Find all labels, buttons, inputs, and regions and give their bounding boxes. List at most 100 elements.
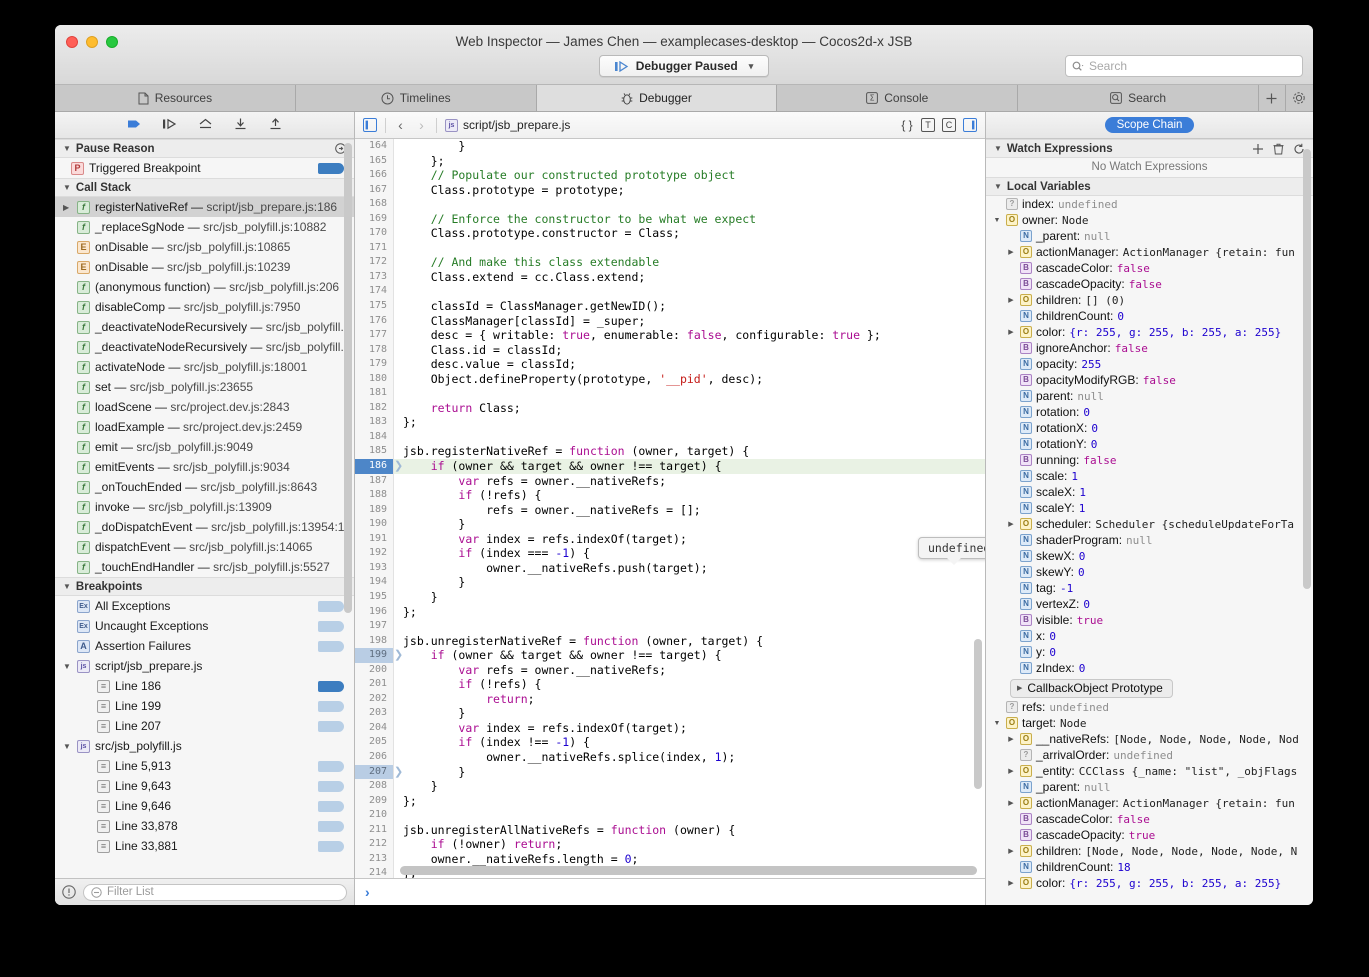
line-number[interactable]: 166 [355, 168, 394, 183]
variable-row[interactable]: NscaleX:1 [986, 484, 1313, 500]
line-number[interactable]: 169 [355, 212, 394, 227]
code-line[interactable]: 176 ClassManager[classId] = _super; [355, 314, 985, 329]
call-stack-frame[interactable]: finvoke — src/jsb_polyfill.js:13909 [55, 497, 354, 517]
variable-row[interactable]: ▶OactionManager:ActionManager {retain: f… [986, 795, 1313, 811]
variable-row[interactable]: ?_arrivalOrder:undefined [986, 747, 1313, 763]
sidebar-scrollbar[interactable] [344, 143, 352, 613]
line-number[interactable]: 189 [355, 503, 394, 518]
disclosure-triangle-icon[interactable]: ▶ [1006, 879, 1016, 887]
line-number[interactable]: 199 [355, 648, 394, 663]
code-line[interactable]: 169 // Enforce the constructor to be wha… [355, 212, 985, 227]
breakpoint-item[interactable]: AAssertion Failures [55, 636, 354, 656]
line-number[interactable]: 193 [355, 561, 394, 576]
disclosure-triangle-icon[interactable]: ▶ [63, 203, 72, 212]
breakpoint-toggle[interactable] [318, 781, 344, 792]
variable-row[interactable]: BcascadeOpacity:false [986, 276, 1313, 292]
variable-row[interactable]: Bvisible:true [986, 612, 1313, 628]
line-number[interactable]: 173 [355, 270, 394, 285]
line-number[interactable]: 211 [355, 823, 394, 838]
variable-row[interactable]: ▶Ocolor:{r: 255, g: 255, b: 255, a: 255} [986, 324, 1313, 340]
disclosure-triangle-icon[interactable]: ▼ [992, 217, 1002, 224]
variable-row[interactable]: ▶O__nativeRefs:[Node, Node, Node, Node, … [986, 731, 1313, 747]
show-type-icon[interactable]: T [921, 118, 935, 132]
variable-row[interactable]: ▼Otarget:Node [986, 715, 1313, 731]
debugger-paused-button[interactable]: Debugger Paused ▾ [599, 55, 769, 77]
settings-button[interactable] [1286, 85, 1313, 111]
variable-row[interactable]: NshaderProgram:null [986, 532, 1313, 548]
section-breakpoints[interactable]: ▼ Breakpoints [55, 577, 354, 596]
line-number[interactable]: 174 [355, 284, 394, 299]
forward-button[interactable]: › [415, 117, 428, 133]
scope-chain-toolbar[interactable]: Scope Chain [986, 112, 1313, 139]
call-stack-frame[interactable]: factivateNode — src/jsb_polyfill.js:1800… [55, 357, 354, 377]
call-stack-frame[interactable]: femit — src/jsb_polyfill.js:9049 [55, 437, 354, 457]
call-stack-list[interactable]: ▶fregisterNativeRef — script/jsb_prepare… [55, 197, 354, 577]
line-number[interactable]: 167 [355, 183, 394, 198]
variable-row[interactable]: ▶Ochildren:[] (0) [986, 292, 1313, 308]
code-line[interactable]: 200 var refs = owner.__nativeRefs; [355, 663, 985, 678]
variable-row[interactable]: Nx:0 [986, 628, 1313, 644]
source-toolbar-right[interactable]: { } T C [900, 118, 977, 132]
callback-object-prototype-button[interactable]: ▶ CallbackObject Prototype [1010, 679, 1173, 698]
breakpoint-toggle[interactable] [318, 801, 344, 812]
breakpoint-item[interactable]: ≡Line 33,878 [55, 816, 354, 836]
line-number[interactable]: 207 [355, 765, 394, 780]
disclosure-triangle-icon[interactable]: ▼ [992, 720, 1002, 727]
line-number[interactable]: 210 [355, 808, 394, 823]
disclosure-triangle-icon[interactable]: ▶ [1006, 520, 1016, 528]
variable-row[interactable]: NskewY:0 [986, 564, 1313, 580]
code-line[interactable]: 178 Class.id = classId; [355, 343, 985, 358]
line-number[interactable]: 203 [355, 706, 394, 721]
step-out-icon[interactable] [197, 117, 213, 133]
line-number[interactable]: 183 [355, 415, 394, 430]
line-number[interactable]: 206 [355, 750, 394, 765]
line-number[interactable]: 171 [355, 241, 394, 256]
code-line[interactable]: 165 }; [355, 154, 985, 169]
back-button[interactable]: ‹ [394, 117, 407, 133]
call-stack-frame[interactable]: fdispatchEvent — src/jsb_polyfill.js:140… [55, 537, 354, 557]
code-line[interactable]: 191 var index = refs.indexOf(target); [355, 532, 985, 547]
section-pause-reason[interactable]: ▼ Pause Reason [55, 139, 354, 158]
line-number[interactable]: 205 [355, 735, 394, 750]
line-number[interactable]: 164 [355, 139, 394, 154]
step-into-icon[interactable] [232, 117, 248, 133]
line-number[interactable]: 181 [355, 386, 394, 401]
call-stack-frame[interactable]: f_deactivateNodeRecursively — src/jsb_po… [55, 337, 354, 357]
variable-row[interactable]: NchildrenCount:0 [986, 308, 1313, 324]
code-line[interactable]: 183}; [355, 415, 985, 430]
show-coverage-icon[interactable]: C [942, 118, 956, 132]
breakpoint-item[interactable]: ≡Line 9,646 [55, 796, 354, 816]
variable-row[interactable]: Brunning:false [986, 452, 1313, 468]
code-lines[interactable]: 164 }165 };166 // Populate our construct… [355, 139, 985, 878]
code-vertical-scrollbar[interactable] [974, 639, 982, 789]
call-stack-frame[interactable]: f_touchEndHandler — src/jsb_polyfill.js:… [55, 557, 354, 577]
code-line[interactable]: 192 if (index === -1) { [355, 546, 985, 561]
line-number[interactable]: 201 [355, 677, 394, 692]
call-stack-frame[interactable]: fdisableComp — src/jsb_polyfill.js:7950 [55, 297, 354, 317]
call-stack-frame[interactable]: EonDisable — src/jsb_polyfill.js:10865 [55, 237, 354, 257]
local-variables-list[interactable]: ?index:undefined▼Oowner:NodeN_parent:nul… [986, 196, 1313, 676]
disclosure-triangle-icon[interactable]: ▼ [63, 742, 72, 751]
disclosure-triangle-icon[interactable]: ▶ [1006, 296, 1016, 304]
code-line[interactable]: 175 classId = ClassManager.getNewID(); [355, 299, 985, 314]
add-tab-button[interactable] [1259, 85, 1286, 111]
tab-resources[interactable]: Resources [55, 85, 296, 111]
code-editor[interactable]: 164 }165 };166 // Populate our construct… [355, 139, 985, 878]
variable-row[interactable]: ▶O_entity:CCClass {_name: "list", _objFl… [986, 763, 1313, 779]
variable-row[interactable]: ▶Ochildren:[Node, Node, Node, Node, Node… [986, 843, 1313, 859]
section-call-stack[interactable]: ▼ Call Stack [55, 178, 354, 197]
filter-list-input[interactable]: Filter List [83, 884, 347, 901]
disclosure-triangle-icon[interactable]: ▼ [63, 582, 71, 591]
breakpoint-item[interactable]: ≡Line 186 [55, 676, 354, 696]
disclosure-triangle-icon[interactable]: ▶ [1017, 684, 1022, 692]
breakpoint-item[interactable]: ≡Line 33,881 [55, 836, 354, 856]
code-line[interactable]: 174 [355, 284, 985, 299]
line-number[interactable]: 188 [355, 488, 394, 503]
variable-row[interactable]: N_parent:null [986, 779, 1313, 795]
breakpoint-item[interactable]: ≡Line 207 [55, 716, 354, 736]
code-line[interactable]: 167 Class.prototype = prototype; [355, 183, 985, 198]
variable-row[interactable]: NrotationY:0 [986, 436, 1313, 452]
breakpoints-list[interactable]: ExAll ExceptionsExUncaught ExceptionsAAs… [55, 596, 354, 856]
breakpoint-item[interactable]: ExUncaught Exceptions [55, 616, 354, 636]
line-number[interactable]: 214 [355, 866, 394, 878]
